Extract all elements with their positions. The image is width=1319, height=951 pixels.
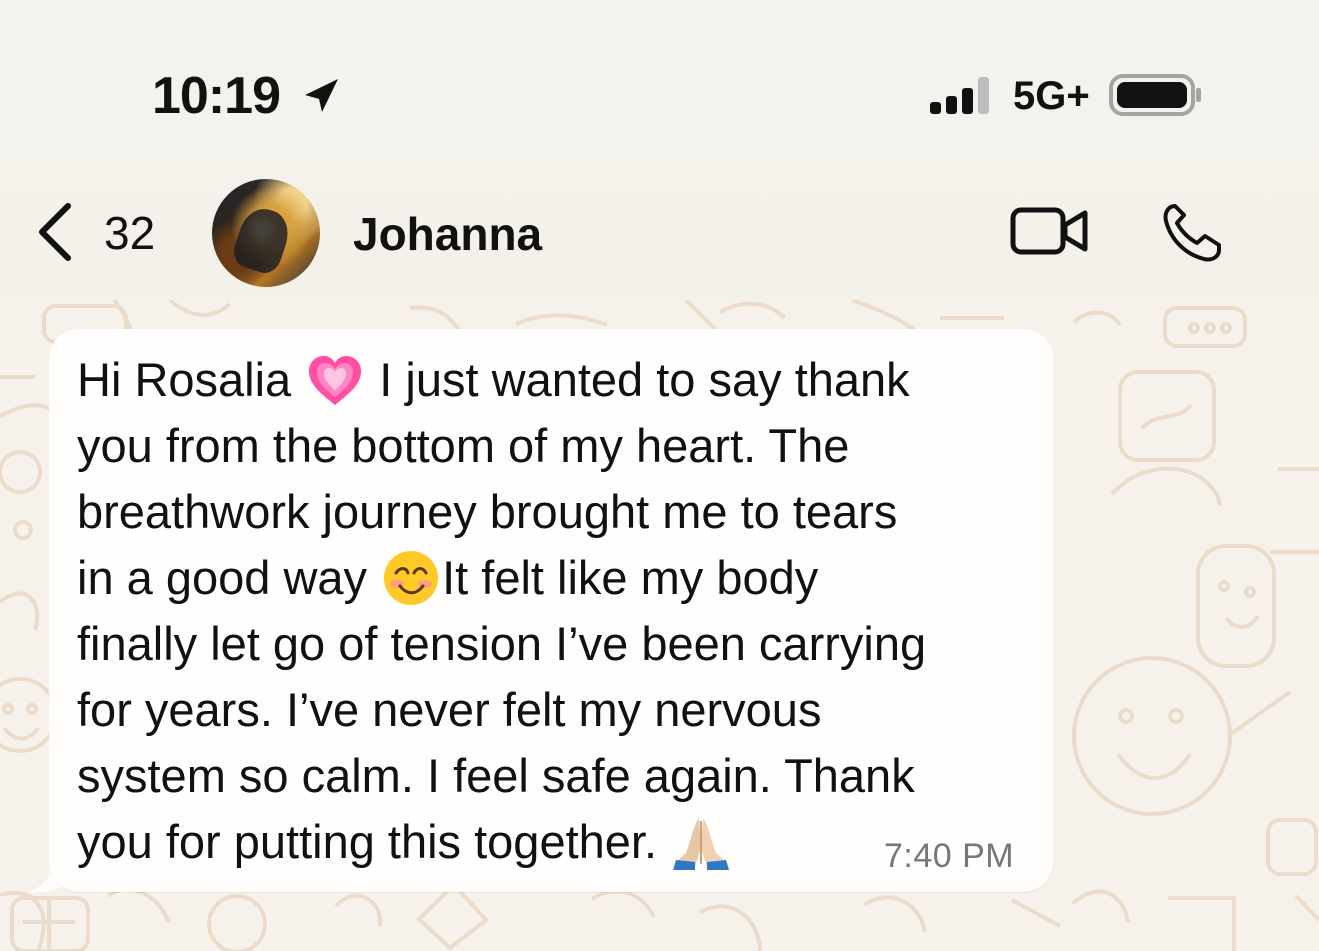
cellular-signal-icon [930, 77, 989, 114]
message-line: breathwork journey brought me to tears [77, 485, 898, 538]
chevron-left-icon[interactable] [32, 200, 76, 264]
status-time: 10:19 [152, 67, 281, 125]
message-line: Hi Rosalia [77, 353, 305, 406]
message-line: I just wanted to say thank [366, 353, 910, 406]
avatar[interactable] [212, 179, 320, 287]
back-count[interactable]: 32 [104, 206, 155, 260]
growing-heart-icon [309, 356, 362, 405]
network-type: 5G+ [1013, 74, 1090, 118]
video-camera-icon[interactable] [1010, 201, 1090, 261]
message-line: for years. I’ve never felt my nervous [77, 683, 822, 736]
message-bubble[interactable]: Hi Rosalia I just wanted to say thank yo… [49, 329, 1053, 892]
top-header: 10:19 5G+ 32 Johanna [0, 0, 1319, 300]
battery-icon [1109, 74, 1201, 116]
message-time: 7:40 PM [884, 837, 1015, 875]
folded-hands-icon [673, 818, 730, 870]
message-line: in a good way [77, 551, 381, 604]
smiling-face-icon [384, 551, 439, 605]
message-line: you for putting this together. [77, 815, 671, 868]
contact-name[interactable]: Johanna [353, 207, 542, 261]
message-line: It felt like my body [442, 551, 819, 604]
message-line: finally let go of tension I’ve been carr… [77, 617, 927, 670]
phone-icon[interactable] [1160, 201, 1224, 265]
message-line: system so calm. I feel safe again. Thank [77, 749, 915, 802]
message-text[interactable]: Hi Rosalia I just wanted to say thank yo… [77, 347, 1017, 875]
location-arrow-icon [305, 79, 338, 112]
message-line: you from the bottom of my heart. The [77, 419, 850, 472]
